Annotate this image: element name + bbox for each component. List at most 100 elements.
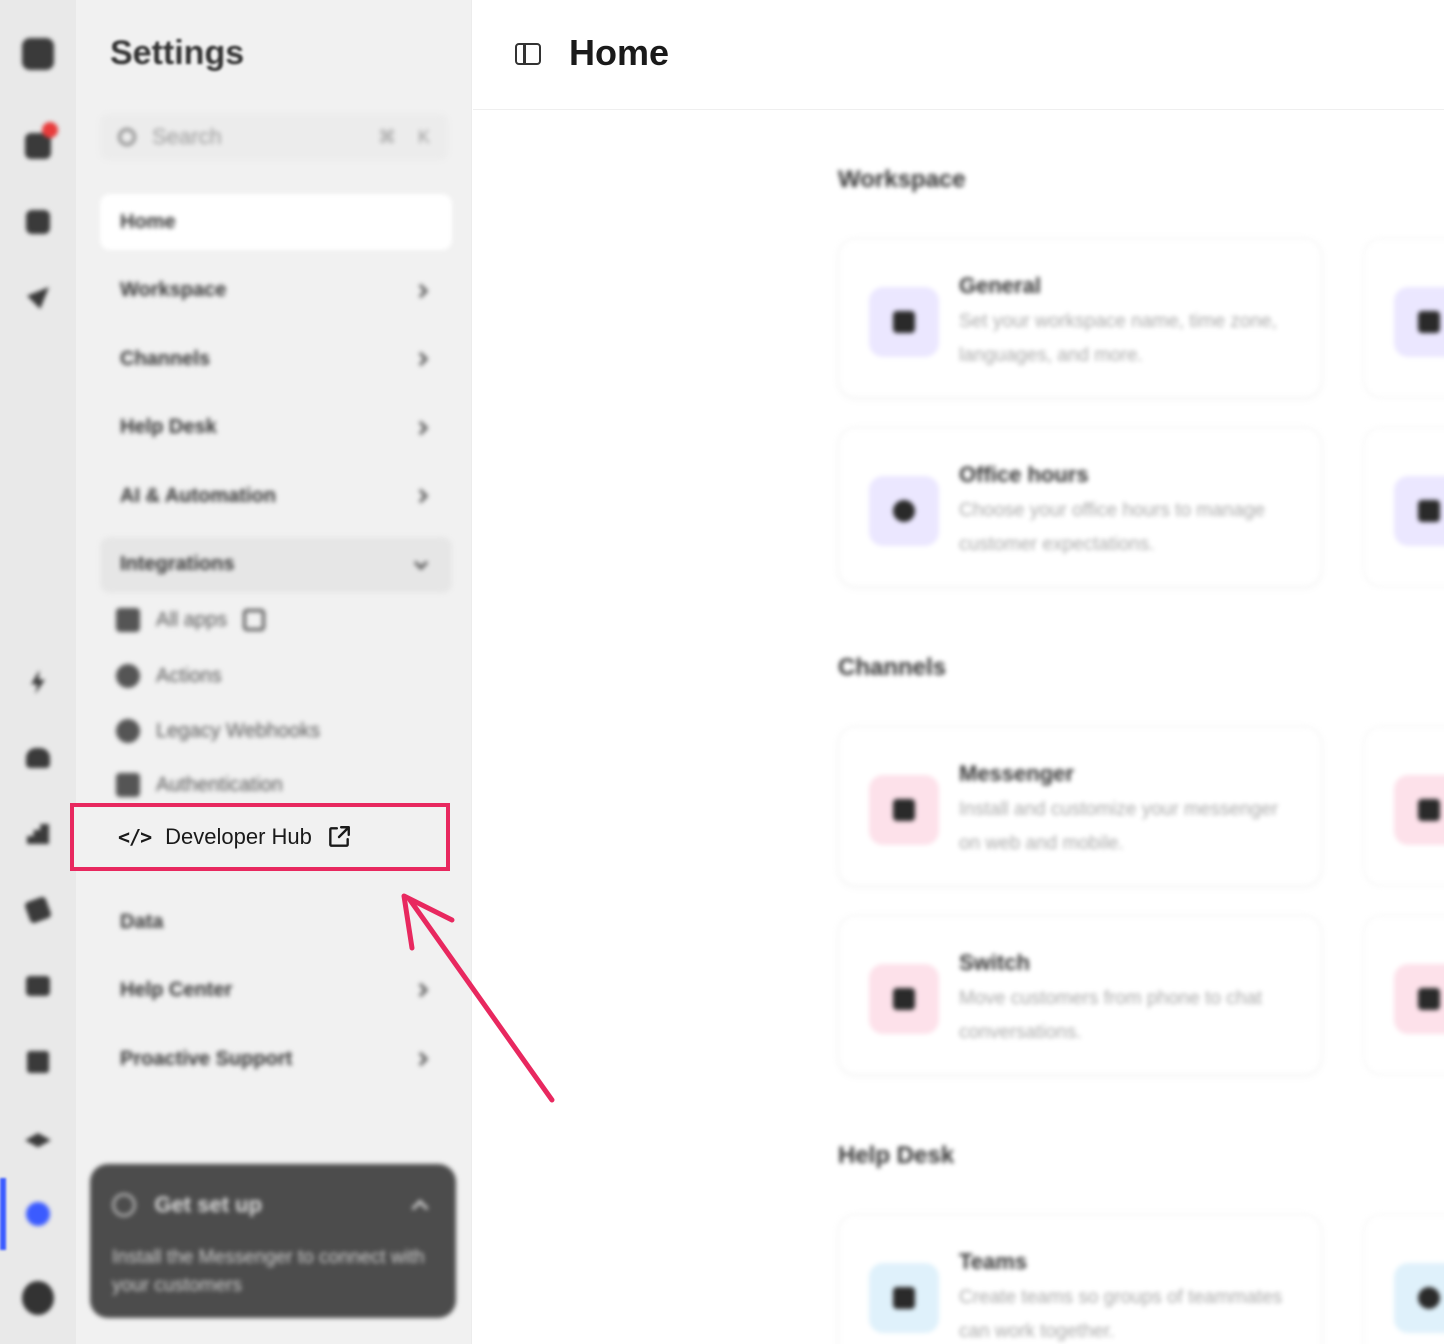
briefcase-icon (1394, 287, 1444, 357)
sidebar-item-ai-automation[interactable]: AI & Automation (100, 468, 452, 524)
card-peek[interactable] (1363, 726, 1444, 886)
apps-grid-icon[interactable] (22, 1046, 54, 1078)
toggle-sidebar-icon[interactable] (515, 43, 541, 65)
card-office-hours[interactable]: Office hours Choose your office hours to… (838, 427, 1322, 587)
shortcut-key: ⌘ (377, 126, 396, 147)
card-description: Install and customize your messenger on … (959, 799, 1278, 854)
sub-item-label: Legacy Webhooks (156, 719, 321, 742)
sub-item-label: All apps (156, 608, 228, 631)
shortcut-key: K (417, 126, 430, 147)
phone-icon (1394, 964, 1444, 1034)
shield-check-icon (1394, 476, 1444, 546)
card-teams[interactable]: Teams Create teams so groups of teammate… (838, 1214, 1322, 1344)
sub-item-actions[interactable]: Actions (116, 656, 222, 696)
sub-item-label: Actions (156, 664, 222, 687)
sidebar-item-home[interactable]: Home (100, 194, 452, 250)
get-set-up-panel[interactable]: Get set up Install the Messenger to conn… (90, 1164, 456, 1318)
sidebar-item-label: Channels (120, 347, 211, 370)
switch-icon (869, 964, 939, 1034)
external-link-icon (243, 609, 266, 631)
card-peek[interactable] (1363, 1214, 1444, 1344)
sub-item-label: Authentication (156, 773, 283, 796)
sidebar-item-label: AI & Automation (120, 484, 276, 507)
app-logo-icon[interactable] (22, 38, 54, 70)
contacts-icon[interactable] (22, 742, 54, 774)
webhook-icon (116, 719, 140, 743)
card-peek[interactable] (1363, 915, 1444, 1075)
sidebar-item-label: Help Center (120, 978, 233, 1001)
chevron-up-icon[interactable] (411, 1199, 429, 1217)
sidebar-item-data[interactable]: Data (100, 894, 452, 950)
app-icon-rail (0, 0, 76, 1344)
sidebar-item-label: Integrations (120, 553, 235, 575)
bot-icon[interactable] (22, 894, 54, 926)
sidebar-item-channels[interactable]: Channels (100, 331, 452, 387)
avatar[interactable] (22, 1281, 54, 1315)
main-content: Home Workspace General Set your workspac… (473, 0, 1444, 1344)
search-input[interactable]: Search ⌘ K (100, 114, 448, 160)
sidebar-item-help-center[interactable]: Help Center (100, 962, 452, 1018)
sidebar-item-workspace[interactable]: Workspace (100, 263, 452, 319)
card-switch[interactable]: Switch Move customers from phone to chat… (838, 915, 1322, 1075)
sidebar-item-label: Home (120, 210, 176, 233)
book-icon[interactable] (22, 970, 54, 1002)
knowledge-icon[interactable] (22, 206, 54, 238)
chevron-right-icon (413, 351, 429, 367)
chevron-right-icon (413, 283, 429, 298)
academy-icon[interactable] (22, 1126, 54, 1158)
search-placeholder: Search (152, 124, 222, 149)
card-description: Choose your office hours to manage custo… (959, 500, 1265, 555)
chevron-right-icon (413, 982, 429, 998)
card-general[interactable]: General Set your workspace name, time zo… (838, 238, 1322, 398)
inbox-icon[interactable] (22, 122, 58, 162)
card-messenger[interactable]: Messenger Install and customize your mes… (838, 726, 1322, 886)
card-title: Messenger (959, 761, 1074, 786)
active-indicator (0, 1178, 6, 1250)
card-description: Move customers from phone to chat conver… (959, 988, 1263, 1043)
sidebar-item-label: Data (120, 910, 164, 933)
sidebar-item-label: Proactive Support (120, 1047, 293, 1070)
reports-icon[interactable] (22, 818, 54, 850)
grid-icon (116, 608, 140, 632)
get-set-up-title: Get set up (154, 1192, 263, 1217)
section-title-help-desk: Help Desk (838, 1142, 955, 1169)
developer-hub-link[interactable]: </> Developer Hub (70, 803, 450, 871)
settings-nav: Home Workspace Channels Help Desk AI & A… (100, 194, 452, 605)
settings-icon (869, 287, 939, 357)
sidebar-item-integrations[interactable]: Integrations (100, 536, 452, 593)
sub-item-authentication[interactable]: Authentication (116, 765, 283, 805)
card-title: Switch (959, 950, 1030, 975)
actions-icon (116, 664, 140, 688)
developer-hub-label: Developer Hub (165, 824, 312, 849)
section-title-workspace: Workspace (838, 166, 966, 193)
sidebar-title: Settings (110, 34, 245, 72)
card-description: Create teams so groups of teammates can … (959, 1287, 1283, 1342)
clock-icon (869, 476, 939, 546)
page-header: Home (473, 0, 1444, 110)
card-title: Office hours (959, 462, 1089, 487)
outbound-icon[interactable] (22, 282, 54, 314)
sub-item-all-apps[interactable]: All apps (116, 600, 266, 640)
sidebar-item-label: Workspace (120, 279, 227, 301)
sub-item-legacy-webhooks[interactable]: Legacy Webhooks (116, 711, 320, 751)
chevron-down-icon (413, 555, 429, 570)
get-set-up-description: Install the Messenger to connect with yo… (112, 1247, 425, 1296)
sidebar-item-help-desk[interactable]: Help Desk (100, 400, 452, 456)
chevron-right-icon (413, 1051, 429, 1067)
chevron-right-icon (413, 420, 429, 435)
progress-ring-icon (112, 1193, 136, 1217)
code-icon: </> (118, 825, 152, 849)
chevron-right-icon (413, 488, 429, 504)
clock-icon (1394, 1263, 1444, 1333)
settings-icon[interactable] (22, 1198, 54, 1230)
automation-icon[interactable] (22, 666, 54, 698)
email-icon (1394, 775, 1444, 845)
card-peek[interactable] (1363, 427, 1444, 587)
sidebar-item-label: Help Desk (120, 416, 217, 438)
external-link-icon (329, 826, 350, 847)
card-title: Teams (959, 1249, 1028, 1274)
card-peek[interactable] (1363, 238, 1444, 398)
search-icon (118, 128, 136, 146)
sidebar-item-proactive-support[interactable]: Proactive Support (100, 1031, 452, 1087)
teams-icon (869, 1263, 939, 1333)
